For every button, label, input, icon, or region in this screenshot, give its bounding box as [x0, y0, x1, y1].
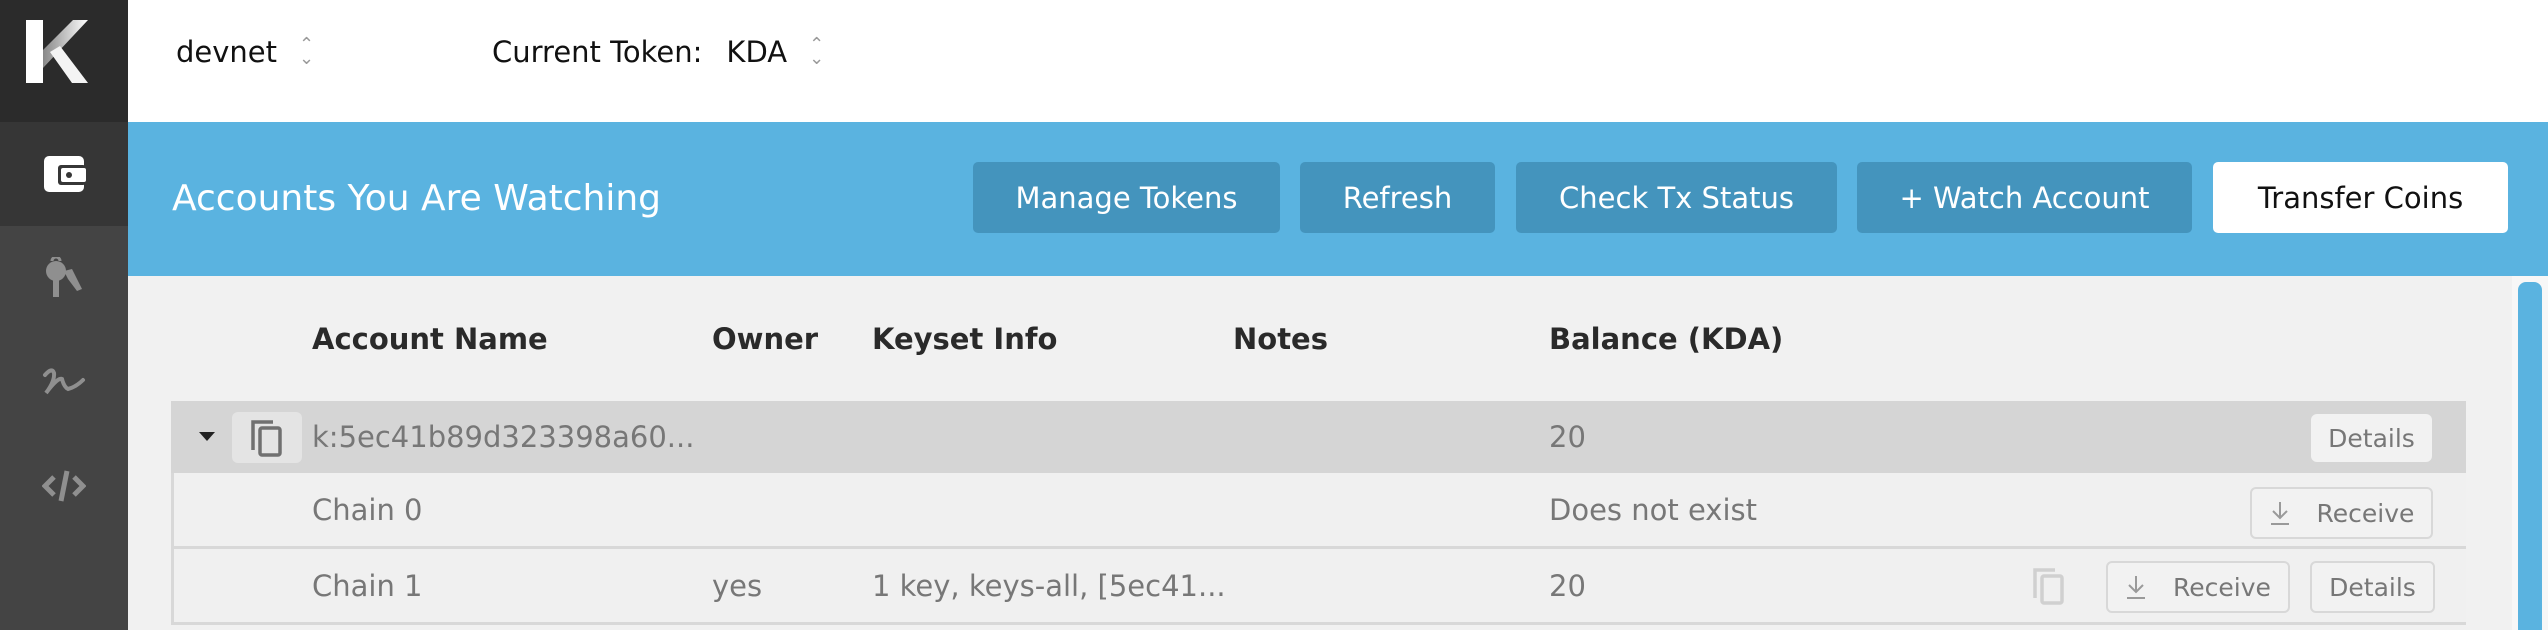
accounts-header: Accounts You Are Watching Manage Tokens …	[128, 122, 2548, 276]
page-title: Accounts You Are Watching	[172, 178, 662, 219]
column-header-keyset-info: Keyset Info	[872, 322, 1058, 356]
sidebar-item-signing[interactable]	[0, 330, 128, 434]
copy-icon	[251, 419, 282, 457]
chain-details-button[interactable]: Details	[2310, 561, 2435, 613]
chain-name: Chain 1	[312, 568, 423, 603]
token-selector[interactable]: Current Token: KDA ⌃ ⌄	[492, 0, 824, 104]
download-icon	[2127, 576, 2146, 599]
sidebar-item-contracts[interactable]	[0, 434, 128, 538]
expand-toggle-icon[interactable]	[199, 401, 215, 473]
download-icon	[2270, 502, 2289, 525]
receive-button[interactable]: Receive	[2106, 561, 2290, 613]
sidebar-item-wallet[interactable]	[0, 122, 128, 226]
account-name: k:5ec41b89d323398a60...	[312, 420, 695, 454]
updown-chevron-icon: ⌃ ⌄	[809, 34, 825, 69]
token-label: Current Token:	[492, 35, 703, 69]
sidebar	[0, 0, 128, 630]
copy-account-button[interactable]	[232, 412, 302, 463]
receive-button[interactable]: Receive	[2250, 487, 2433, 539]
transfer-coins-button[interactable]: Transfer Coins	[2213, 162, 2508, 233]
chain-row: Chain 0 Does not exist Receive	[171, 473, 2466, 549]
manage-tokens-button[interactable]: Manage Tokens	[973, 162, 1280, 233]
wallet-icon	[44, 156, 86, 192]
chain-row: Chain 1 yes 1 key, keys-all, [5ec41... 2…	[171, 549, 2466, 625]
column-header-balance: Balance (KDA)	[1549, 322, 1784, 356]
copy-keyset-button[interactable]	[2031, 566, 2067, 610]
code-icon	[42, 470, 86, 502]
column-header-owner: Owner	[712, 322, 819, 356]
column-header-account-name: Account Name	[312, 322, 548, 356]
chain-balance: 20	[1549, 568, 1586, 603]
updown-chevron-icon: ⌃ ⌄	[299, 34, 315, 69]
sidebar-item-keys[interactable]	[0, 226, 128, 330]
keys-icon	[46, 257, 82, 297]
chain-owner: yes	[712, 568, 763, 603]
account-row[interactable]: k:5ec41b89d323398a60... 20 Details	[171, 401, 2466, 473]
k-logo-icon	[26, 20, 88, 83]
receive-label: Receive	[2316, 498, 2415, 528]
signature-icon	[43, 368, 85, 395]
receive-label: Receive	[2173, 572, 2271, 602]
column-header-notes: Notes	[1233, 322, 1328, 356]
chain-name: Chain 0	[312, 492, 423, 527]
check-tx-status-button[interactable]: Check Tx Status	[1516, 162, 1837, 233]
refresh-button[interactable]: Refresh	[1300, 162, 1495, 233]
network-value: devnet	[176, 35, 278, 69]
kadena-logo	[0, 0, 128, 122]
scrollbar-thumb[interactable]	[2518, 282, 2542, 630]
network-selector[interactable]: devnet ⌃ ⌄	[176, 0, 314, 104]
account-details-button[interactable]: Details	[2311, 414, 2432, 462]
copy-icon	[2033, 568, 2064, 605]
chain-balance: Does not exist	[1549, 492, 1757, 527]
chain-keyset: 1 key, keys-all, [5ec41...	[872, 568, 1226, 603]
watch-account-button[interactable]: + Watch Account	[1857, 162, 2192, 233]
token-value: KDA	[726, 35, 788, 69]
account-balance: 20	[1549, 420, 1586, 454]
top-bar: devnet ⌃ ⌄ Current Token: KDA ⌃ ⌄	[128, 0, 2548, 122]
